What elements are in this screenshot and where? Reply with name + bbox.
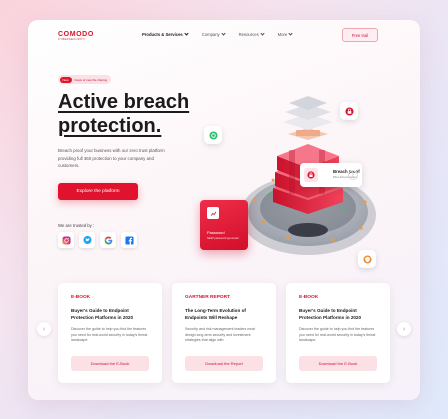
news-badge[interactable]: New News of new file sharing <box>58 75 112 84</box>
card-title: Buyer's Guide to Endpoint Protection Pla… <box>299 308 362 320</box>
nav-item-label: Products & Services <box>142 32 183 37</box>
carousel-prev-button[interactable]: ‹ <box>37 322 51 336</box>
card-title: Buyer's Guide to Endpoint Protection Pla… <box>71 308 134 320</box>
resource-card-ebook-1[interactable]: E-BOOK Buyer's Guide to Endpoint Protect… <box>58 283 162 383</box>
lock-icon <box>340 102 358 120</box>
page-frame: COMODO CYBERSECURITY Products & Services… <box>28 20 420 400</box>
nav-item-label: Resources <box>238 32 259 37</box>
nav-item-more[interactable]: More <box>277 31 293 37</box>
comodo-logo[interactable]: COMODO CYBERSECURITY <box>58 31 94 42</box>
twitter-icon[interactable] <box>79 232 95 248</box>
floating-tiles <box>283 96 333 140</box>
card-description: Discover the guide to help you find the … <box>71 327 148 343</box>
chart-icon <box>207 207 219 219</box>
nav-item-label: More <box>277 32 288 37</box>
hero-description: Breach proof your business with our zero… <box>58 148 165 168</box>
facebook-icon[interactable] <box>121 232 137 248</box>
main-nav: Products & Services Company Resources Mo… <box>142 31 293 37</box>
carousel-next-button[interactable]: › <box>397 322 411 336</box>
password-title: Password <box>207 230 225 235</box>
shield-icon <box>358 250 376 268</box>
chevron-down-icon <box>184 31 189 36</box>
hero-title: Active breach protection. <box>58 90 189 138</box>
google-icon[interactable] <box>100 232 116 248</box>
card-description: Discover the guide to help you find the … <box>299 327 376 343</box>
arrow-right-icon[interactable]: › <box>348 170 358 180</box>
resource-card-gartner[interactable]: GARTNER REPORT The Long-Term Evolution o… <box>172 283 276 383</box>
nav-item-resources[interactable]: Resources <box>238 31 265 37</box>
green-security-icon <box>204 126 222 144</box>
nav-item-label: Company <box>201 32 220 37</box>
badge-text: News of new file sharing <box>74 77 108 82</box>
card-tag: E-BOOK <box>71 295 91 300</box>
card-title: The Long-Term Evolution of Endpoints Wil… <box>185 308 246 320</box>
card-tag: GARTNER REPORT <box>185 295 231 300</box>
nav-item-products[interactable]: Products & Services <box>142 31 189 37</box>
hero-title-line-2: protection. <box>58 115 162 137</box>
chevron-down-icon <box>260 31 265 36</box>
card-tag: E-BOOK <box>299 295 319 300</box>
logo-main-text: COMODO <box>58 31 94 38</box>
chevron-down-icon <box>288 31 293 36</box>
card-description: Security and risk management leaders mus… <box>185 327 256 343</box>
breach-proof-card[interactable]: Breach proof Plus full protection › <box>300 163 362 187</box>
explore-platform-button[interactable]: Explore the platform <box>58 183 138 200</box>
download-ebook-button[interactable]: Download the E-Book <box>299 356 377 371</box>
resource-cards: E-BOOK Buyer's Guide to Endpoint Protect… <box>58 283 390 383</box>
lock-icon <box>304 168 318 182</box>
download-ebook-button[interactable]: Download the E-Book <box>71 356 149 371</box>
hero-title-line-1: Active breach <box>58 91 190 113</box>
resource-card-ebook-2[interactable]: E-BOOK Buyer's Guide to Endpoint Protect… <box>286 283 390 383</box>
social-icons <box>58 232 137 248</box>
download-report-button[interactable]: Download the Report <box>185 356 263 371</box>
free-trial-button[interactable]: Free trail <box>342 28 378 42</box>
password-card[interactable]: Password NEW password generator <box>200 200 248 250</box>
logo-sub-text: CYBERSECURITY <box>58 38 86 41</box>
badge-tag: New <box>59 76 72 83</box>
trusted-by-label: We are trusted by : <box>58 223 95 228</box>
chevron-down-icon <box>221 31 226 36</box>
instagram-icon[interactable] <box>58 232 74 248</box>
password-subtitle: NEW password generator <box>207 236 240 240</box>
nav-item-company[interactable]: Company <box>201 31 226 37</box>
